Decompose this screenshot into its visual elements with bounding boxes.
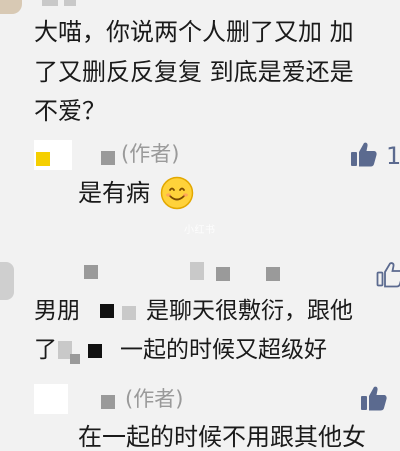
- comment-text-line: 是聊天很敷衍，跟他: [146, 298, 353, 324]
- reply-text: 在一起的时候不用跟其他女: [78, 423, 366, 451]
- redacted-block: [190, 262, 204, 280]
- like-button[interactable]: [350, 140, 378, 168]
- avatar: [0, 262, 14, 300]
- comment-text-line: 男朋: [34, 298, 80, 324]
- like-button[interactable]: [360, 384, 388, 412]
- thumbs-up-icon: [351, 142, 377, 167]
- redacted-block: [122, 306, 136, 320]
- like-button[interactable]: [376, 260, 400, 288]
- comment-text-line: 大喵，你说两个人删了又加 加: [34, 18, 354, 46]
- redacted-block: [266, 267, 280, 281]
- redacted-block: [42, 0, 58, 6]
- author-tag: (作者): [125, 387, 184, 411]
- comment-text-line: 不爱？: [34, 97, 106, 125]
- redacted-block: [88, 344, 102, 358]
- redacted-block: [101, 395, 115, 409]
- thumbs-up-outline-icon: [376, 262, 400, 288]
- comment-text-line: 一起的时候又超级好: [120, 337, 327, 363]
- smiling-face-icon: [160, 176, 194, 210]
- redacted-block: [36, 152, 50, 166]
- thumbs-up-icon: [361, 386, 387, 411]
- redacted-block: [64, 0, 76, 6]
- redacted-block: [101, 151, 115, 165]
- avatar: [0, 0, 22, 14]
- comment-text-line: 了又删反反复复 到底是爱还是: [34, 58, 354, 86]
- reply-text: 是有病: [78, 179, 150, 207]
- avatar: [34, 384, 68, 414]
- redacted-block: [100, 304, 114, 318]
- redacted-block: [216, 267, 230, 281]
- like-count: 1: [386, 142, 400, 170]
- watermark: 小红书: [184, 225, 216, 236]
- redacted-block: [84, 265, 98, 279]
- redacted-block: [70, 354, 80, 364]
- author-tag: (作者): [121, 142, 180, 166]
- comment-text-line: 了: [34, 337, 57, 363]
